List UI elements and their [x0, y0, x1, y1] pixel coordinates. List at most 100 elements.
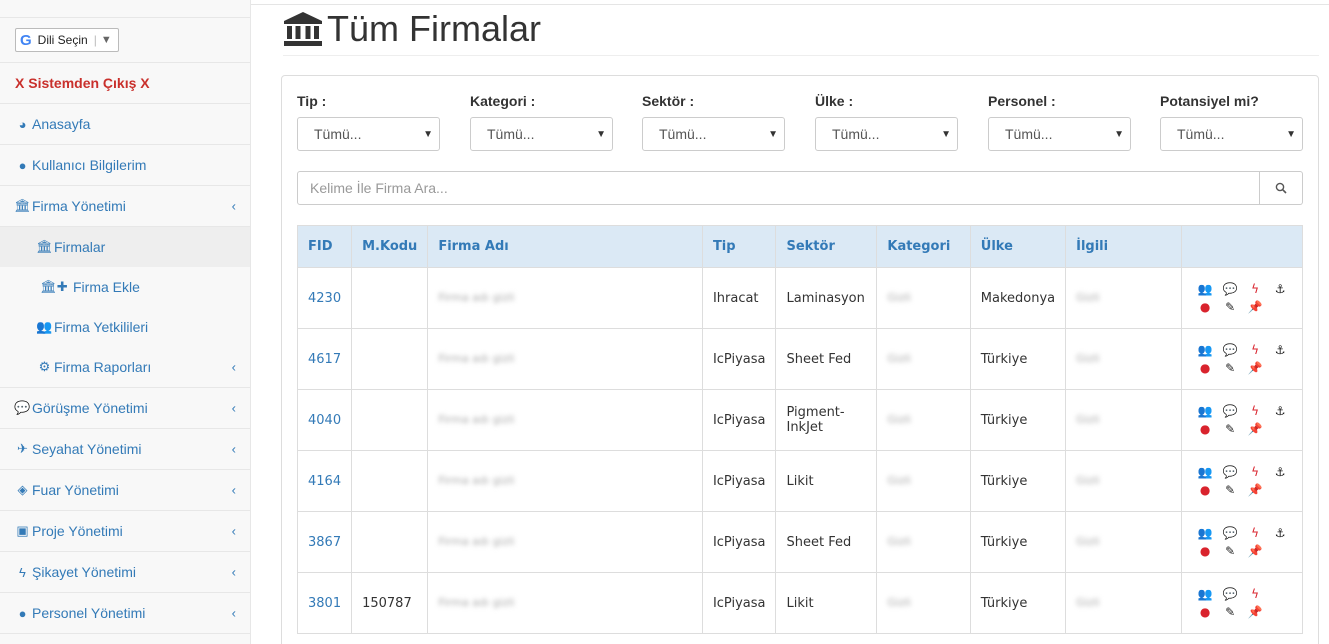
anchor-icon[interactable]: ⚓ [1271, 342, 1289, 358]
language-label: Dili Seçin [37, 33, 88, 47]
search-input[interactable]: Kelime İle Firma Ara... [297, 171, 1260, 205]
filter-select[interactable]: Tümü... ▼ [470, 117, 613, 151]
edit-icon[interactable]: ✎ [1221, 421, 1239, 437]
user-icon[interactable]: ● [1196, 543, 1214, 559]
fid-link[interactable]: 4040 [296, 389, 353, 451]
sidebar-item[interactable]: ✈ Seyahat Yönetimi ‹ [0, 429, 250, 470]
search-button[interactable] [1260, 171, 1303, 205]
pin-icon[interactable]: 📌 [1246, 543, 1264, 559]
anchor-icon[interactable]: ⚓ [1271, 464, 1289, 480]
sidebar-item-label: Seyahat Yönetimi [32, 441, 142, 457]
comments-icon[interactable]: 💬 [1221, 464, 1239, 480]
comments-icon[interactable]: 💬 [1221, 586, 1239, 602]
column-header[interactable]: FID [296, 225, 353, 268]
anchor-icon[interactable]: ⚓ [1271, 403, 1289, 419]
ulke-cell: Makedonya [969, 267, 1067, 329]
anchor-icon[interactable]: ⚓ [1271, 525, 1289, 541]
firma-adi-cell: Firma adı gizli [427, 572, 703, 634]
filter-select-value: Tümü... [314, 126, 362, 142]
sidebar-item[interactable]: 👥 Firma Yetkilileri [0, 307, 250, 347]
firms-table: FID M.Kodu Firma Adı Tip Sektör Kategori Ülke İ… [296, 225, 1303, 634]
sektor-cell: Pigment-InkJet [775, 389, 878, 451]
sidebar-item[interactable]: ● Kullanıcı Bilgilerim [0, 145, 250, 186]
kategori-cell: Gizli [876, 511, 971, 573]
pin-icon[interactable]: 📌 [1246, 299, 1264, 315]
redacted-text: Gizli [1076, 596, 1100, 609]
comments-icon[interactable]: 💬 [1221, 342, 1239, 358]
sidebar-item[interactable]: ⚙ Firma Raporları ‹ [0, 347, 250, 387]
sidebar-item[interactable]: ● Personel Yönetimi ‹ [0, 593, 250, 634]
users-icon[interactable]: 👥 [1196, 464, 1214, 480]
sidebar-item[interactable]: 💬 Görüşme Yönetimi ‹ [0, 388, 250, 429]
language-selector[interactable]: G Dili Seçin | ▼ [15, 28, 119, 52]
fid-link[interactable]: 4617 [296, 328, 353, 390]
users-icon[interactable]: 👥 [1196, 586, 1214, 602]
bolt-icon[interactable]: ϟ [1246, 342, 1264, 358]
user-icon[interactable]: ● [1196, 299, 1214, 315]
logout-link[interactable]: X Sistemden Çıkış X [0, 63, 250, 104]
actions-cell: 👥 💬 ϟ ⚓ ● ✎ 📌 [1181, 267, 1303, 329]
comments-icon[interactable]: 💬 [1221, 281, 1239, 297]
tip-cell: IcPiyasa [701, 450, 777, 512]
sidebar-item[interactable]: ◕ Anasayfa [0, 104, 250, 145]
column-header[interactable]: Firma Adı [427, 225, 703, 268]
sidebar-item-label: Firma Yetkilileri [54, 319, 149, 335]
user-icon[interactable]: ● [1196, 360, 1214, 376]
sidebar-item[interactable]: ◈ Fuar Yönetimi ‹ [0, 470, 250, 511]
redacted-text: Firma adı gizli [438, 596, 515, 609]
bolt-icon[interactable]: ϟ [1246, 586, 1264, 602]
filter-select-value: Tümü... [1177, 126, 1225, 142]
pin-icon[interactable]: 📌 [1246, 421, 1264, 437]
bank-icon [283, 11, 323, 47]
filter-select[interactable]: Tümü... ▼ [1160, 117, 1303, 151]
column-header[interactable]: İlgili [1065, 225, 1183, 268]
fid-link[interactable]: 4164 [296, 450, 353, 512]
sidebar-item[interactable]: 🏛 Firma Yönetimi ‹ [0, 186, 250, 227]
column-header[interactable] [1181, 225, 1303, 268]
fid-link[interactable]: 3867 [296, 511, 353, 573]
edit-icon[interactable]: ✎ [1221, 299, 1239, 315]
user-icon[interactable]: ● [1196, 421, 1214, 437]
chevron-left-icon: ‹ [231, 441, 236, 457]
filter-group: Kategori : Tümü... ▼ [470, 93, 613, 151]
pin-icon[interactable]: 📌 [1246, 604, 1264, 620]
column-header[interactable]: Tip [701, 225, 777, 268]
sidebar-item[interactable]: ▣ Proje Yönetimi ‹ [0, 511, 250, 552]
column-header[interactable]: Sektör [775, 225, 878, 268]
column-header[interactable]: M.Kodu [351, 225, 429, 268]
users-icon[interactable]: 👥 [1196, 403, 1214, 419]
anchor-icon[interactable]: ⚓ [1271, 281, 1289, 297]
sidebar-item[interactable]: ϟ Şikayet Yönetimi ‹ [0, 552, 250, 593]
bank-icon: 🏛 [14, 198, 31, 213]
sidebar-item[interactable]: 🏛✚ Firma Ekle [0, 267, 250, 307]
users-icon[interactable]: 👥 [1196, 342, 1214, 358]
ulke-cell: Türkiye [969, 511, 1067, 573]
edit-icon[interactable]: ✎ [1221, 604, 1239, 620]
pin-icon[interactable]: 📌 [1246, 482, 1264, 498]
filter-select[interactable]: Tümü... ▼ [988, 117, 1131, 151]
pin-icon[interactable]: 📌 [1246, 360, 1264, 376]
edit-icon[interactable]: ✎ [1221, 482, 1239, 498]
filter-select[interactable]: Tümü... ▼ [815, 117, 958, 151]
users-icon[interactable]: 👥 [1196, 525, 1214, 541]
bolt-icon[interactable]: ϟ [1246, 464, 1264, 480]
edit-icon[interactable]: ✎ [1221, 543, 1239, 559]
filter-select[interactable]: Tümü... ▼ [642, 117, 785, 151]
users-icon: 👥 [36, 319, 53, 334]
column-header[interactable]: Kategori [876, 225, 971, 268]
fid-link[interactable]: 3801 [296, 572, 353, 634]
sektor-cell: Laminasyon [775, 267, 878, 329]
user-icon[interactable]: ● [1196, 604, 1214, 620]
comments-icon[interactable]: 💬 [1221, 403, 1239, 419]
users-icon[interactable]: 👥 [1196, 281, 1214, 297]
bolt-icon[interactable]: ϟ [1246, 525, 1264, 541]
filter-select[interactable]: Tümü... ▼ [297, 117, 440, 151]
bolt-icon[interactable]: ϟ [1246, 403, 1264, 419]
sidebar-item[interactable]: 🏛 Firmalar [0, 227, 250, 267]
fid-link[interactable]: 4230 [296, 267, 353, 329]
comments-icon[interactable]: 💬 [1221, 525, 1239, 541]
bolt-icon[interactable]: ϟ [1246, 281, 1264, 297]
user-icon[interactable]: ● [1196, 482, 1214, 498]
edit-icon[interactable]: ✎ [1221, 360, 1239, 376]
column-header[interactable]: Ülke [969, 225, 1067, 268]
